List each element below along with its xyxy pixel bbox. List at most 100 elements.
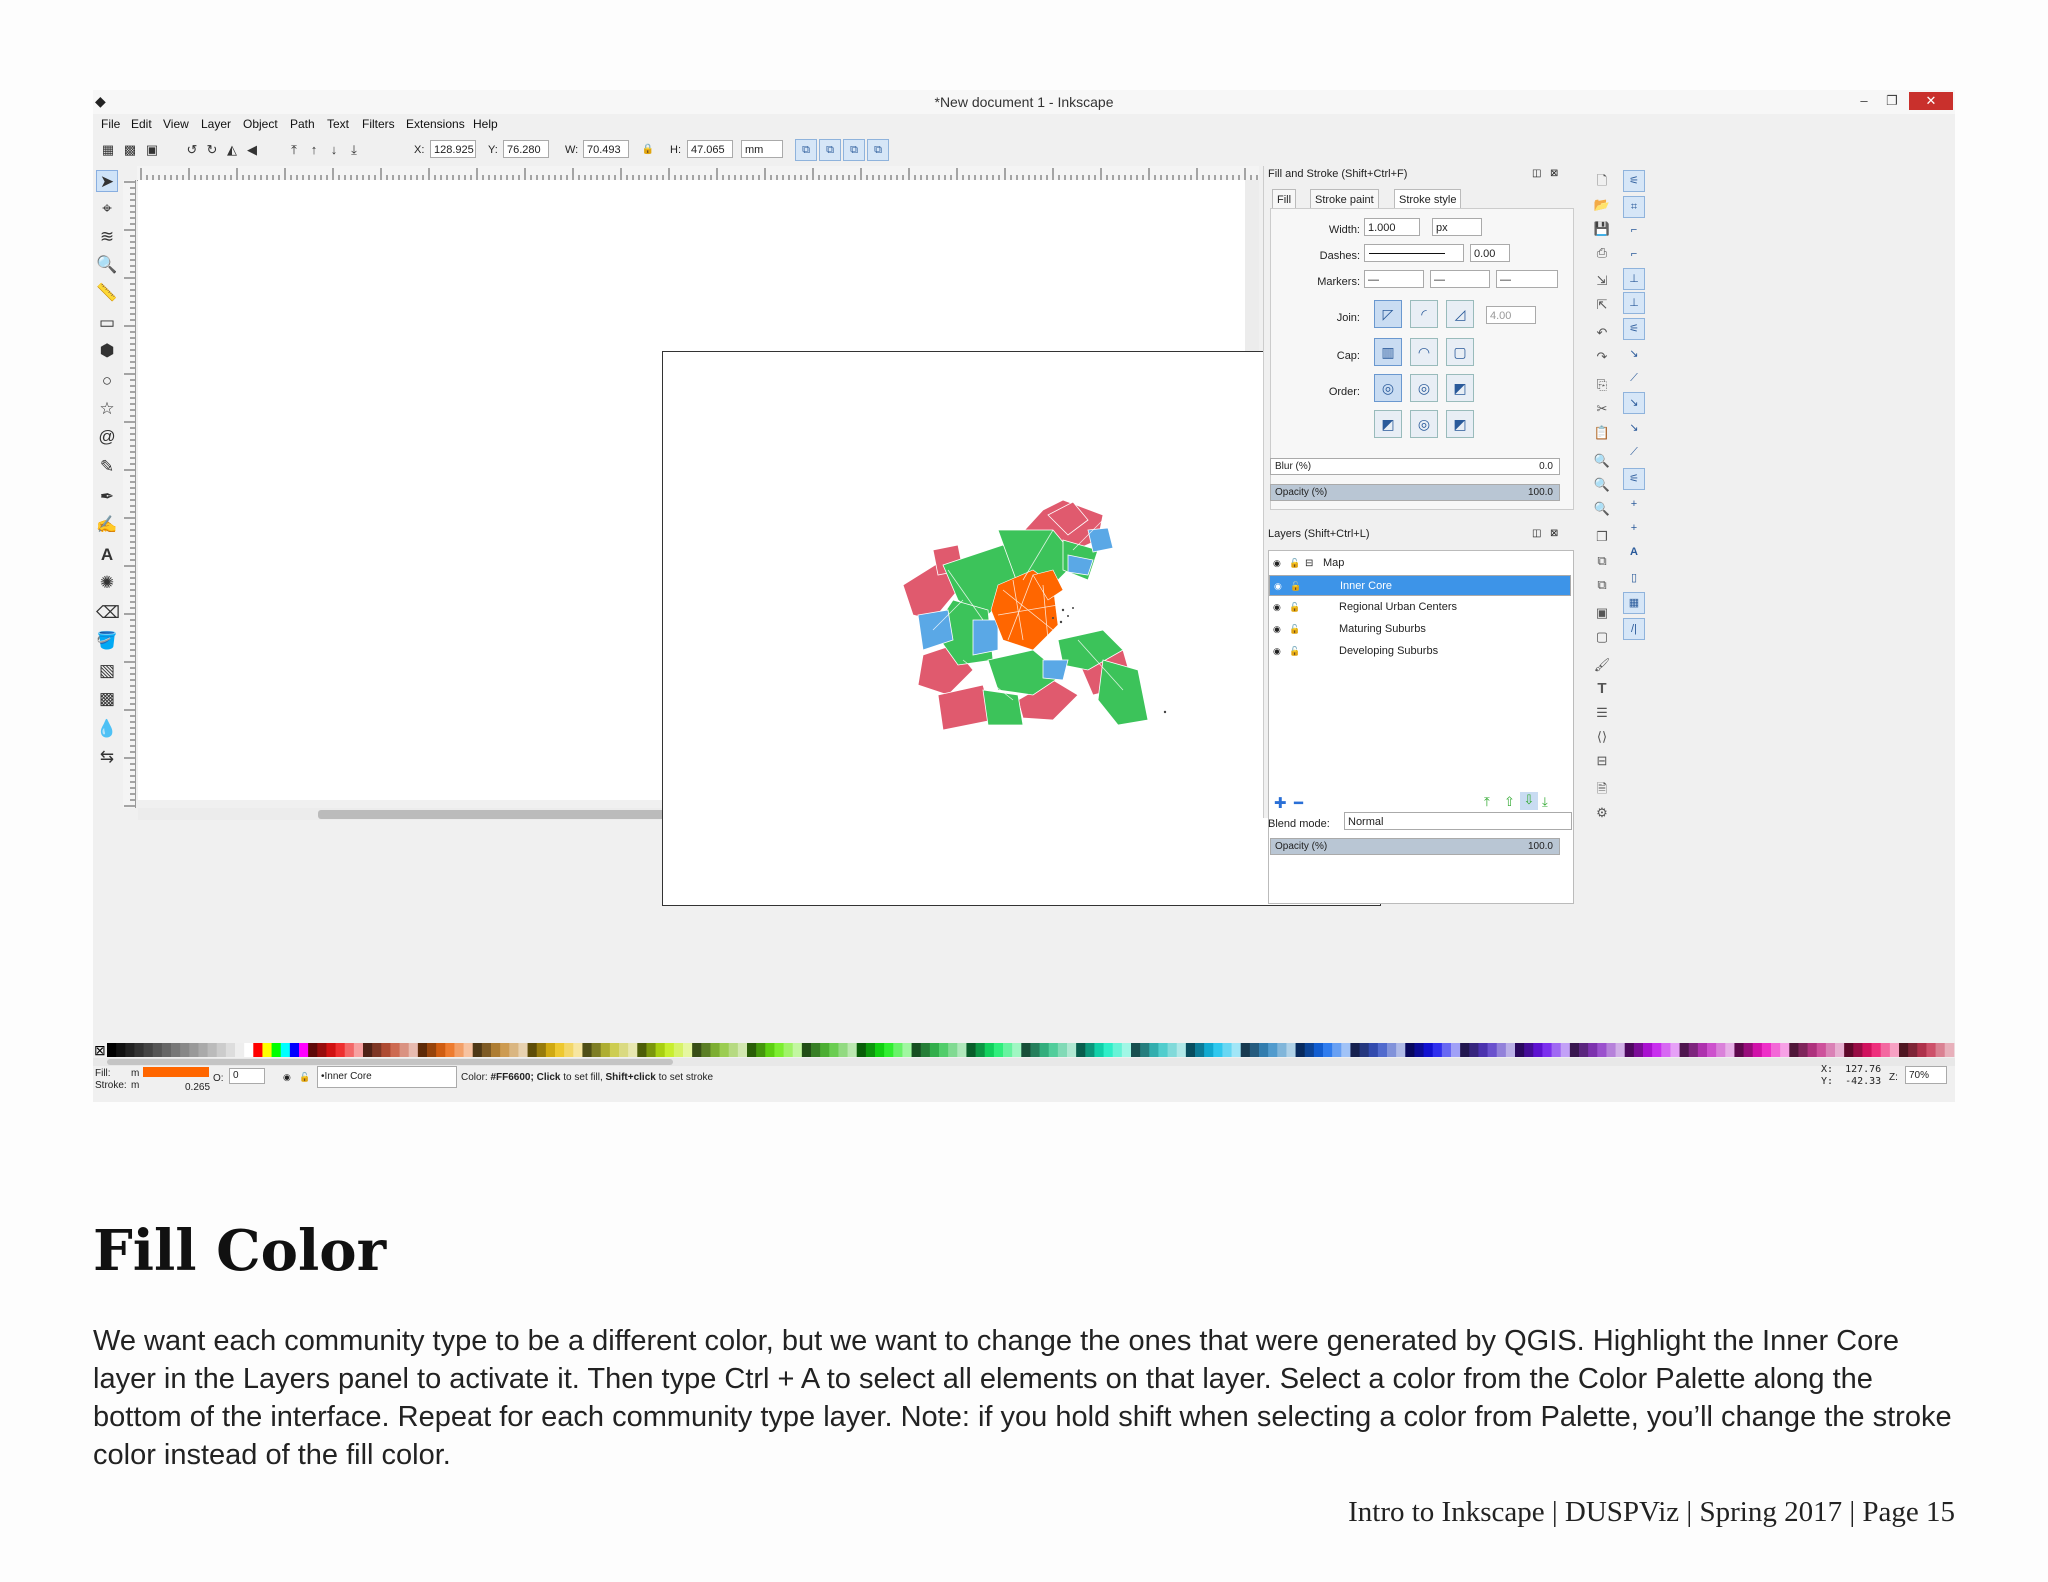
restore-button[interactable]: ❐ — [1881, 93, 1903, 109]
palette-swatch[interactable] — [161, 1043, 172, 1057]
palette-swatch[interactable] — [1460, 1043, 1470, 1057]
palette-swatch[interactable] — [875, 1043, 885, 1057]
palette-swatch[interactable] — [171, 1043, 181, 1057]
palette-swatch[interactable] — [1560, 1043, 1571, 1057]
move-patterns-toggle[interactable]: ⧉ — [867, 139, 889, 161]
palette-swatch[interactable] — [582, 1043, 593, 1057]
palette-swatch[interactable] — [683, 1043, 693, 1057]
palette-swatch[interactable] — [1432, 1043, 1443, 1057]
snap-toggle-icon[interactable]: ⚟ — [1623, 170, 1645, 192]
palette-swatch[interactable] — [911, 1043, 922, 1057]
layer-to-bottom-icon[interactable]: ⤓ — [1542, 794, 1548, 810]
layers-iconify-icon[interactable]: ◫ — [1532, 528, 1541, 539]
palette-swatch[interactable] — [1505, 1043, 1516, 1057]
palette-swatch[interactable] — [1003, 1043, 1013, 1057]
measure-tool-icon[interactable]: 📏 — [96, 282, 118, 304]
palette-swatch[interactable] — [1844, 1043, 1854, 1057]
palette-swatch[interactable] — [463, 1043, 474, 1057]
raise-icon[interactable]: ↑ — [307, 143, 321, 157]
palette-swatch[interactable] — [1716, 1043, 1726, 1057]
palette-swatch[interactable] — [1515, 1043, 1525, 1057]
palette-swatch[interactable] — [1935, 1043, 1946, 1057]
palette-swatch[interactable] — [600, 1043, 611, 1057]
menu-extensions[interactable]: Extensions — [406, 117, 465, 131]
palette-swatch[interactable] — [984, 1043, 995, 1057]
snap-page-border-icon[interactable]: ▯ — [1623, 568, 1645, 590]
order-normal-button[interactable]: ◎ — [1374, 374, 1402, 402]
palette-swatch[interactable] — [417, 1043, 428, 1057]
palette-swatch[interactable] — [1158, 1043, 1169, 1057]
palette-swatch[interactable] — [134, 1043, 145, 1057]
mesh-tool-icon[interactable]: ▩ — [96, 688, 118, 710]
palette-swatch[interactable] — [856, 1043, 867, 1057]
palette-scroll-thumb[interactable] — [107, 1059, 673, 1065]
end-marker-select[interactable]: — — [1496, 270, 1558, 288]
round-join-button[interactable]: ◜ — [1410, 300, 1438, 328]
pen-tool-icon[interactable]: ✒ — [96, 486, 118, 508]
palette-swatch[interactable] — [280, 1043, 291, 1057]
palette-swatch[interactable] — [792, 1043, 803, 1057]
palette-swatch[interactable] — [1533, 1043, 1543, 1057]
snap-object-centers-icon[interactable]: + — [1623, 494, 1645, 516]
palette-scrollbar[interactable] — [93, 1058, 1955, 1066]
zoom-drawing-icon[interactable]: 🔍 — [1593, 476, 1611, 494]
palette-swatch[interactable] — [207, 1043, 218, 1057]
zoom-input[interactable]: 70% — [1905, 1066, 1947, 1084]
palette-swatch[interactable] — [1313, 1043, 1324, 1057]
palette-swatch[interactable] — [737, 1043, 748, 1057]
palette-swatch[interactable] — [1487, 1043, 1498, 1057]
import-icon[interactable]: ⇲ — [1593, 272, 1611, 290]
palette-swatch[interactable] — [1012, 1043, 1022, 1057]
layer-down-icon[interactable]: ⇩ — [1520, 792, 1538, 810]
palette-swatch[interactable] — [1926, 1043, 1937, 1057]
mid-marker-select[interactable]: — — [1430, 270, 1490, 288]
order-markers-button[interactable]: ◩ — [1446, 374, 1474, 402]
menu-filters[interactable]: Filters — [362, 117, 395, 131]
layer-lock-icon[interactable]: 🔓 — [299, 1072, 310, 1083]
snap-intersections-icon[interactable]: ⟋ — [1623, 368, 1645, 390]
palette-swatch[interactable] — [1707, 1043, 1717, 1057]
calligraphy-tool-icon[interactable]: ✍ — [96, 514, 118, 536]
palette-swatch[interactable] — [655, 1043, 666, 1057]
palette-swatch[interactable] — [902, 1043, 913, 1057]
layer-row-inner-core[interactable]: ◉ 🔓 Inner Core — [1269, 575, 1571, 596]
palette-swatch[interactable] — [1112, 1043, 1123, 1057]
palette-swatch[interactable] — [1030, 1043, 1041, 1057]
menu-layer[interactable]: Layer — [201, 117, 231, 131]
snap-bbox-corner-icon[interactable]: ⌐ — [1623, 244, 1645, 266]
bevel-join-button[interactable]: ◿ — [1446, 300, 1474, 328]
palette-swatch[interactable] — [847, 1043, 858, 1057]
palette-swatch[interactable] — [1441, 1043, 1452, 1057]
palette-swatch[interactable] — [271, 1043, 282, 1057]
deselect-icon[interactable]: ▣ — [145, 143, 159, 157]
palette-swatch[interactable] — [747, 1043, 757, 1057]
lock-icon[interactable]: 🔓 — [1289, 597, 1300, 618]
select-all-icon[interactable]: ▦ — [101, 143, 115, 157]
palette-swatch[interactable] — [1021, 1043, 1031, 1057]
snap-rotation-centers-icon[interactable]: + — [1623, 518, 1645, 540]
palette-swatch[interactable] — [216, 1043, 227, 1057]
gradient-tool-icon[interactable]: ▧ — [96, 660, 118, 682]
palette-swatch[interactable] — [1752, 1043, 1763, 1057]
palette-swatch[interactable] — [390, 1043, 401, 1057]
menu-object[interactable]: Object — [243, 117, 278, 131]
palette-swatch[interactable] — [564, 1043, 574, 1057]
open-file-icon[interactable]: 📂 — [1593, 196, 1611, 214]
palette-swatch[interactable] — [673, 1043, 684, 1057]
snap-bbox-icon[interactable]: ⌗ — [1623, 196, 1645, 218]
palette-swatch[interactable] — [445, 1043, 455, 1057]
palette-swatch[interactable] — [801, 1043, 812, 1057]
palette-swatch[interactable] — [756, 1043, 766, 1057]
eye-icon[interactable]: ◉ — [1273, 597, 1281, 618]
butt-cap-button[interactable]: ▥ — [1374, 338, 1402, 366]
zoom-page-icon[interactable]: 🔍 — [1593, 500, 1611, 518]
palette-swatch[interactable] — [1643, 1043, 1653, 1057]
palette-swatch[interactable] — [957, 1043, 967, 1057]
palette-swatch[interactable] — [1231, 1043, 1242, 1057]
palette-swatch[interactable] — [1780, 1043, 1790, 1057]
palette-swatch[interactable] — [1140, 1043, 1150, 1057]
ellipse-tool-icon[interactable]: ○ — [96, 370, 118, 392]
palette-swatch[interactable] — [637, 1043, 647, 1057]
tab-stroke-style[interactable]: Stroke style — [1394, 189, 1462, 210]
palette-swatch[interactable] — [1835, 1043, 1845, 1057]
